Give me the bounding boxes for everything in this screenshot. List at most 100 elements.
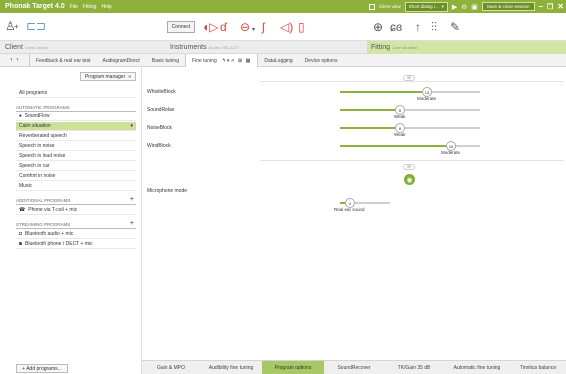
program-item[interactable]: ☎ Phone via T-coil + mic [16, 206, 136, 215]
chevron-down-icon[interactable]: ▾ [130, 123, 133, 129]
tab-soundrecover[interactable]: SoundRecover [324, 361, 384, 374]
chevron-right-icon[interactable]: › [17, 57, 19, 63]
program-item[interactable]: ♠ SoundFlow [16, 112, 136, 121]
tab-audibility[interactable]: Audibility fine tuning [200, 361, 262, 374]
slider-fill [340, 145, 451, 147]
program-sidebar: Program manager» All programs AUTOMATIC … [0, 67, 142, 374]
play-icon[interactable]: ▶ [452, 3, 457, 11]
tuning-icon[interactable]: ↑ [415, 21, 421, 33]
menu-help[interactable]: Help [101, 4, 111, 10]
program-item[interactable]: ◙ Bluetooth phone / DECT + mic [16, 240, 136, 249]
instruments-label: Instruments [170, 44, 207, 51]
tab-automatic-fine-tuning[interactable]: Automatic fine tuning [444, 361, 510, 374]
slider-caption: Weak [394, 114, 406, 119]
menu-file[interactable]: File [70, 4, 78, 10]
tab-audiogramdirect[interactable]: AudiogramDirect [96, 54, 145, 67]
program-item[interactable]: Comfort in noise [16, 172, 136, 181]
instruments-section[interactable]: Instruments Audéo V90-312T [170, 44, 239, 51]
close-icon[interactable]: ✕ [557, 2, 564, 11]
slider-caption: Weak [394, 132, 406, 137]
all-programs-item[interactable]: All programs [16, 89, 136, 98]
slider-fill [340, 91, 427, 93]
tab-fine-tuning[interactable]: Fine tuning ↰▾⇗ ⊠ ▦ [184, 54, 259, 67]
chevron-down-icon: ▾ [441, 3, 444, 9]
audiogram-icon[interactable]: ⊏⊐ [26, 20, 46, 32]
bottom-tabs: Gain & MPO Audibility fine tuning Progra… [142, 360, 566, 374]
tools-icon[interactable]: ✎ [450, 21, 460, 33]
program-item[interactable]: Speech in loud noise [16, 152, 136, 161]
speaker-icon[interactable]: ◁) [280, 21, 293, 33]
soundrelax-label: SoundRelax [147, 107, 175, 113]
microphone-mode-icon[interactable]: ◉ [404, 174, 415, 185]
program-item[interactable]: Music [16, 182, 136, 191]
save-icon[interactable]: ▣ [471, 3, 478, 11]
dialog-dropdown[interactable]: Short dialog i... ▾ [404, 1, 448, 12]
info-bar: Client Smith James Instruments Audéo V90-3… [0, 41, 566, 54]
app-title: Phonak Target 4.0 [5, 3, 65, 10]
whistleblock-label: WhistleBlock [147, 89, 176, 95]
microphone-mode-label: Microphone mode [147, 188, 188, 194]
target-icon[interactable]: ⊕ [373, 21, 383, 33]
additional-programs-header: ADDITIONAL PROGRAMS + [16, 196, 136, 205]
fitting-tabs: ‹ › Feedback & real ear test AudiogramDir… [0, 54, 566, 67]
program-manager-label: Program manager [84, 73, 126, 80]
bluetooth-audio-icon: ◘ [19, 231, 23, 237]
add-additional-icon[interactable]: + [130, 196, 134, 203]
fine-tuning-tools-icon[interactable]: ↰▾⇗ ⊠ ▦ [222, 58, 252, 64]
slider-fill [340, 127, 400, 129]
program-item[interactable]: ◘ Bluetooth audio + mic [16, 230, 136, 239]
fine-tuning-panel: ∞ WhistleBlock 13 Moderate SoundRelax 8 … [142, 67, 566, 360]
fitting-section[interactable]: Fitting Calm situation [367, 41, 566, 54]
noiseblock-slider[interactable]: 8 Weak [340, 123, 480, 137]
tab-device-options[interactable]: Device options [299, 54, 344, 67]
slider-caption: Moderate [417, 96, 437, 101]
link-ears-icon[interactable]: ∞ [403, 164, 415, 170]
client-view-checkbox[interactable] [368, 3, 375, 10]
program-manager-button[interactable]: Program manager» [80, 72, 136, 81]
program-item[interactable]: Speech in car [16, 162, 136, 171]
fitting-program: Calm situation [392, 45, 418, 50]
whistleblock-slider[interactable]: 13 Moderate [340, 87, 480, 101]
add-streaming-icon[interactable]: + [130, 220, 134, 227]
streaming-programs-header: STREAMING PROGRAMS + [16, 220, 136, 229]
connect-button[interactable]: Connect [167, 21, 195, 33]
minimize-icon[interactable]: – [539, 2, 543, 11]
plus-icon: + [14, 22, 19, 31]
menu-fitting[interactable]: Fitting [83, 4, 97, 10]
save-close-button[interactable]: Save & close session [481, 2, 535, 11]
restore-icon[interactable]: ❐ [547, 3, 553, 11]
chevron-left-icon[interactable]: ‹ [11, 57, 13, 63]
hearing-aid-left-icon[interactable]: ◖▷ [202, 21, 218, 33]
toolbar: ♙ + ⊏⊐ Connect ◖▷ ɗ ⊖ ▾ ʃ ◁) ▯ ⊕ ɕɞ ↑ ⫶⫶… [0, 13, 566, 41]
microphone-mode-slider[interactable]: 4 Real ear sound [334, 198, 390, 212]
windblock-slider[interactable]: 16 Moderate [340, 141, 480, 155]
tab-program-options[interactable]: Program options [262, 361, 324, 374]
program-item-selected[interactable]: Calm situation ▾ [16, 122, 136, 131]
soundrelax-slider[interactable]: 8 Weak [340, 105, 480, 119]
slider-caption: Real ear sound [334, 207, 365, 212]
tab-tk-gain[interactable]: TK/Gain 35 dB [384, 361, 444, 374]
noiseblock-label: NoiseBlock [147, 125, 173, 131]
windblock-label: WindBlock [147, 143, 171, 149]
tab-datalogging[interactable]: DataLogging [258, 54, 298, 67]
receiver-icon[interactable]: ɗ [220, 21, 227, 33]
ear-icon[interactable]: ʃ [262, 21, 265, 33]
connect-devices-icon[interactable]: ⊖ [461, 3, 467, 11]
program-item[interactable]: Speech in noise [16, 142, 136, 151]
tab-tinnitus-balance[interactable]: Tinnitus balance [510, 361, 566, 374]
battery-icon[interactable]: ▯ [298, 21, 305, 33]
add-programs-button[interactable]: + Add programs... [16, 364, 68, 373]
program-item[interactable]: Reverberated speech [16, 132, 136, 141]
title-bar: Phonak Target 4.0 File Fitting Help Clie… [0, 0, 566, 13]
client-section[interactable]: Client Smith James [5, 44, 48, 51]
programmer-icon[interactable]: ⊖ [240, 21, 250, 33]
tab-gain-mpo[interactable]: Gain & MPO [142, 361, 200, 374]
equalizer-icon[interactable]: ⫶⫶ [431, 21, 437, 33]
hearing-aids-icon[interactable]: ɕɞ [390, 21, 402, 33]
dialog-dropdown-value: Short dialog i... [408, 4, 439, 9]
tab-basic-tuning[interactable]: Basic tuning [146, 54, 185, 67]
tab-feedback[interactable]: Feedback & real ear test [30, 54, 96, 67]
slider-caption: Moderate [441, 150, 461, 155]
tab-nav-arrows[interactable]: ‹ › [0, 54, 30, 66]
chevron-down-icon[interactable]: ▾ [252, 24, 255, 36]
